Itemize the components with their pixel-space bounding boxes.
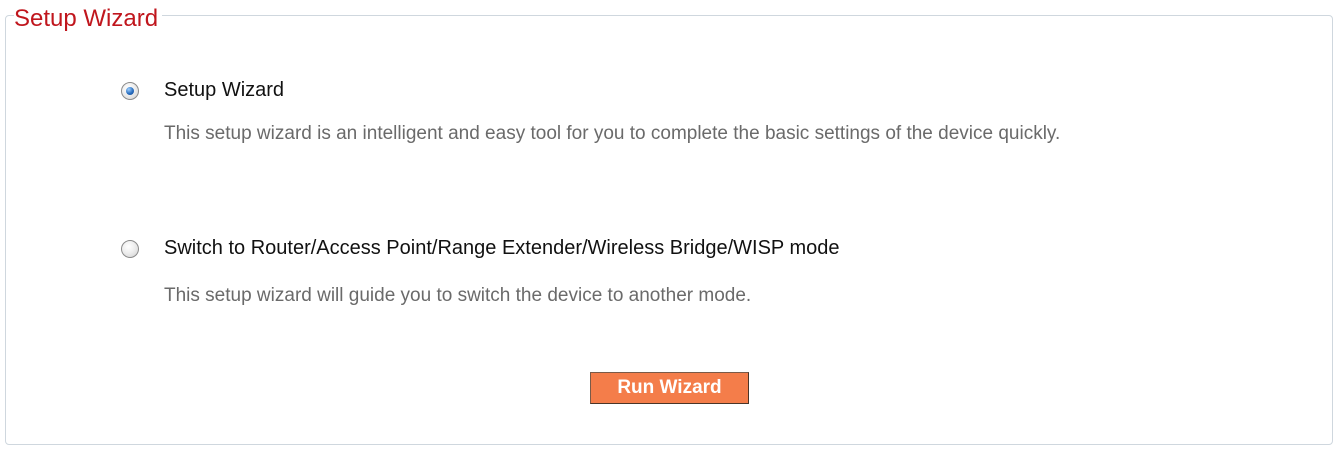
panel-title: Setup Wizard [14, 3, 163, 35]
option-setup-wizard-description: This setup wizard is an intelligent and … [164, 123, 1061, 144]
option-switch-mode-description: This setup wizard will guide you to swit… [164, 285, 752, 306]
option-setup-wizard-label[interactable]: Setup Wizard [164, 78, 284, 102]
option-switch-mode-label[interactable]: Switch to Router/Access Point/Range Exte… [164, 236, 839, 260]
run-wizard-button[interactable]: Run Wizard [590, 372, 749, 404]
switch-mode-radio[interactable] [121, 240, 139, 258]
setup-wizard-radio[interactable] [121, 82, 139, 100]
